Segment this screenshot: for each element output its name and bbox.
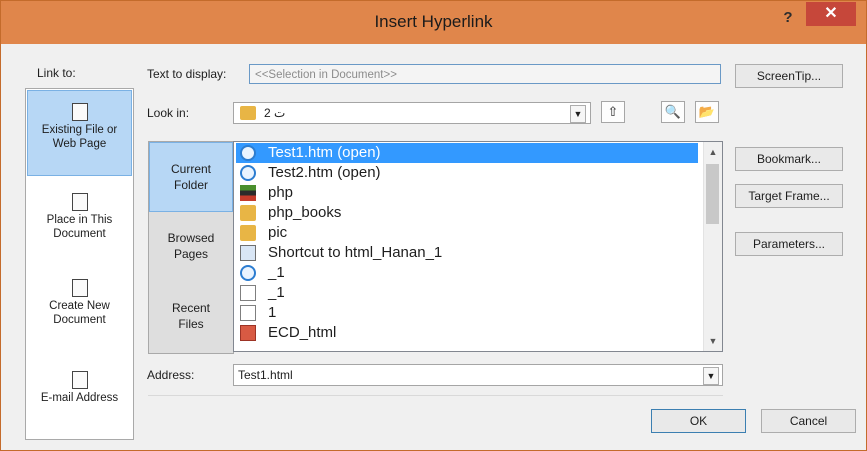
- nav-current-folder[interactable]: Current Folder: [149, 142, 233, 212]
- ie-icon: [240, 265, 256, 281]
- nav-browsed-pages[interactable]: Browsed Pages: [149, 230, 233, 262]
- insert-hyperlink-dialog: Insert Hyperlink ? ✕ Link to: Existing F…: [0, 0, 867, 451]
- nav-recent-files-line1: Recent: [171, 301, 211, 315]
- shortcut-icon: [240, 245, 256, 261]
- link-to-email-address[interactable]: E-mail Address: [27, 371, 132, 405]
- list-item[interactable]: ECD_html: [236, 323, 698, 343]
- link-to-label: Link to:: [37, 66, 76, 80]
- stack-icon: [240, 185, 256, 201]
- file-name: Test1.htm (open): [268, 144, 381, 161]
- document-icon: [240, 305, 256, 321]
- nav-recent-files-line2: Files: [178, 317, 204, 331]
- file-name: pic: [268, 224, 288, 241]
- list-item[interactable]: _1: [236, 263, 698, 283]
- list-item[interactable]: Test1.htm (open): [236, 143, 698, 163]
- document-icon: [240, 285, 256, 301]
- nav-current-folder-line1: Current: [170, 162, 211, 176]
- look-in-value: ت 2: [264, 106, 286, 120]
- chevron-down-icon[interactable]: ▼: [703, 367, 719, 385]
- browse-web-button[interactable]: 🔍: [661, 101, 685, 123]
- file-name: ECD_html: [268, 324, 337, 341]
- link-to-email-line1: E-mail Address: [40, 392, 119, 404]
- look-in-nav-panel: Current Folder Browsed Pages Recent File…: [148, 141, 234, 354]
- ok-button[interactable]: OK: [651, 409, 746, 433]
- link-to-place-line2: Document: [53, 228, 106, 240]
- link-to-create-line2: Document: [53, 314, 106, 326]
- link-to-existing-file[interactable]: Existing File or Web Page: [27, 90, 132, 176]
- list-item[interactable]: php: [236, 183, 698, 203]
- open-folder-icon: 📂: [698, 104, 716, 119]
- file-name: Test2.htm (open): [268, 164, 381, 181]
- nav-browsed-pages-line2: Pages: [173, 247, 209, 261]
- folder-icon: [240, 106, 256, 120]
- dialog-body: Link to: Existing File or Web Page Place…: [1, 44, 866, 450]
- close-button[interactable]: ✕: [806, 2, 856, 26]
- up-folder-button[interactable]: ⇧: [601, 101, 625, 123]
- address-label: Address:: [147, 368, 195, 382]
- file-name: _1: [268, 284, 285, 301]
- list-item[interactable]: Shortcut to html_Hanan_1: [236, 243, 698, 263]
- list-item[interactable]: _1: [236, 283, 698, 303]
- link-to-place-in-document[interactable]: Place in This Document: [27, 193, 132, 241]
- ie-icon: [240, 165, 256, 181]
- screentip-button[interactable]: ScreenTip...: [735, 64, 843, 88]
- ie-icon: [240, 145, 256, 161]
- list-item[interactable]: 1: [236, 303, 698, 323]
- file-list[interactable]: Test1.htm (open) Test2.htm (open) php ph…: [233, 141, 723, 352]
- existing-file-icon: [71, 103, 88, 121]
- browse-web-icon: 🔍: [664, 104, 682, 119]
- list-item[interactable]: Test2.htm (open): [236, 163, 698, 183]
- link-to-panel: Existing File or Web Page Place in This …: [25, 88, 134, 440]
- cancel-button[interactable]: Cancel: [761, 409, 856, 433]
- link-to-create-line1: Create New: [49, 300, 110, 312]
- file-name: Shortcut to html_Hanan_1: [268, 244, 443, 261]
- look-in-dropdown[interactable]: ت 2 ▼: [233, 102, 591, 124]
- new-document-icon: [71, 279, 88, 297]
- folder-icon: [240, 205, 256, 221]
- chevron-up-icon[interactable]: ▲: [704, 144, 722, 160]
- address-value: Test1.html: [238, 368, 293, 382]
- scroll-thumb[interactable]: [706, 164, 719, 224]
- link-to-place-line1: Place in This: [46, 214, 113, 226]
- nav-browsed-pages-line1: Browsed: [167, 231, 215, 245]
- pdf-icon: [240, 325, 256, 341]
- link-to-create-new-document[interactable]: Create New Document: [27, 279, 132, 327]
- file-name: php: [268, 184, 294, 201]
- look-in-label: Look in:: [147, 106, 190, 120]
- target-frame-button[interactable]: Target Frame...: [735, 184, 843, 208]
- divider: [148, 395, 723, 396]
- file-name: _1: [268, 264, 285, 281]
- chevron-down-icon[interactable]: ▼: [570, 105, 586, 123]
- up-folder-icon: ⇧: [607, 104, 619, 119]
- text-to-display-input[interactable]: <<Selection in Document>>: [249, 64, 721, 84]
- dialog-title: Insert Hyperlink: [374, 12, 493, 31]
- nav-current-folder-line2: Folder: [173, 178, 208, 192]
- bookmark-button[interactable]: Bookmark...: [735, 147, 843, 171]
- nav-recent-files[interactable]: Recent Files: [149, 300, 233, 332]
- help-button[interactable]: ?: [775, 6, 801, 30]
- title-bar[interactable]: Insert Hyperlink ? ✕: [1, 1, 866, 44]
- link-to-existing-file-line1: Existing File or: [41, 124, 118, 136]
- file-list-scrollbar[interactable]: ▲ ▼: [703, 142, 722, 351]
- chevron-down-icon[interactable]: ▼: [704, 333, 722, 349]
- folder-icon: [240, 225, 256, 241]
- file-name: 1: [268, 304, 277, 321]
- link-to-existing-file-line2: Web Page: [52, 138, 107, 150]
- list-item[interactable]: php_books: [236, 203, 698, 223]
- browse-file-button[interactable]: 📂: [695, 101, 719, 123]
- file-name: php_books: [268, 204, 342, 221]
- text-to-display-label: Text to display:: [147, 67, 227, 81]
- email-address-icon: [71, 371, 88, 389]
- list-item[interactable]: pic: [236, 223, 698, 243]
- parameters-button[interactable]: Parameters...: [735, 232, 843, 256]
- address-input[interactable]: Test1.html ▼: [233, 364, 723, 386]
- place-in-document-icon: [71, 193, 88, 211]
